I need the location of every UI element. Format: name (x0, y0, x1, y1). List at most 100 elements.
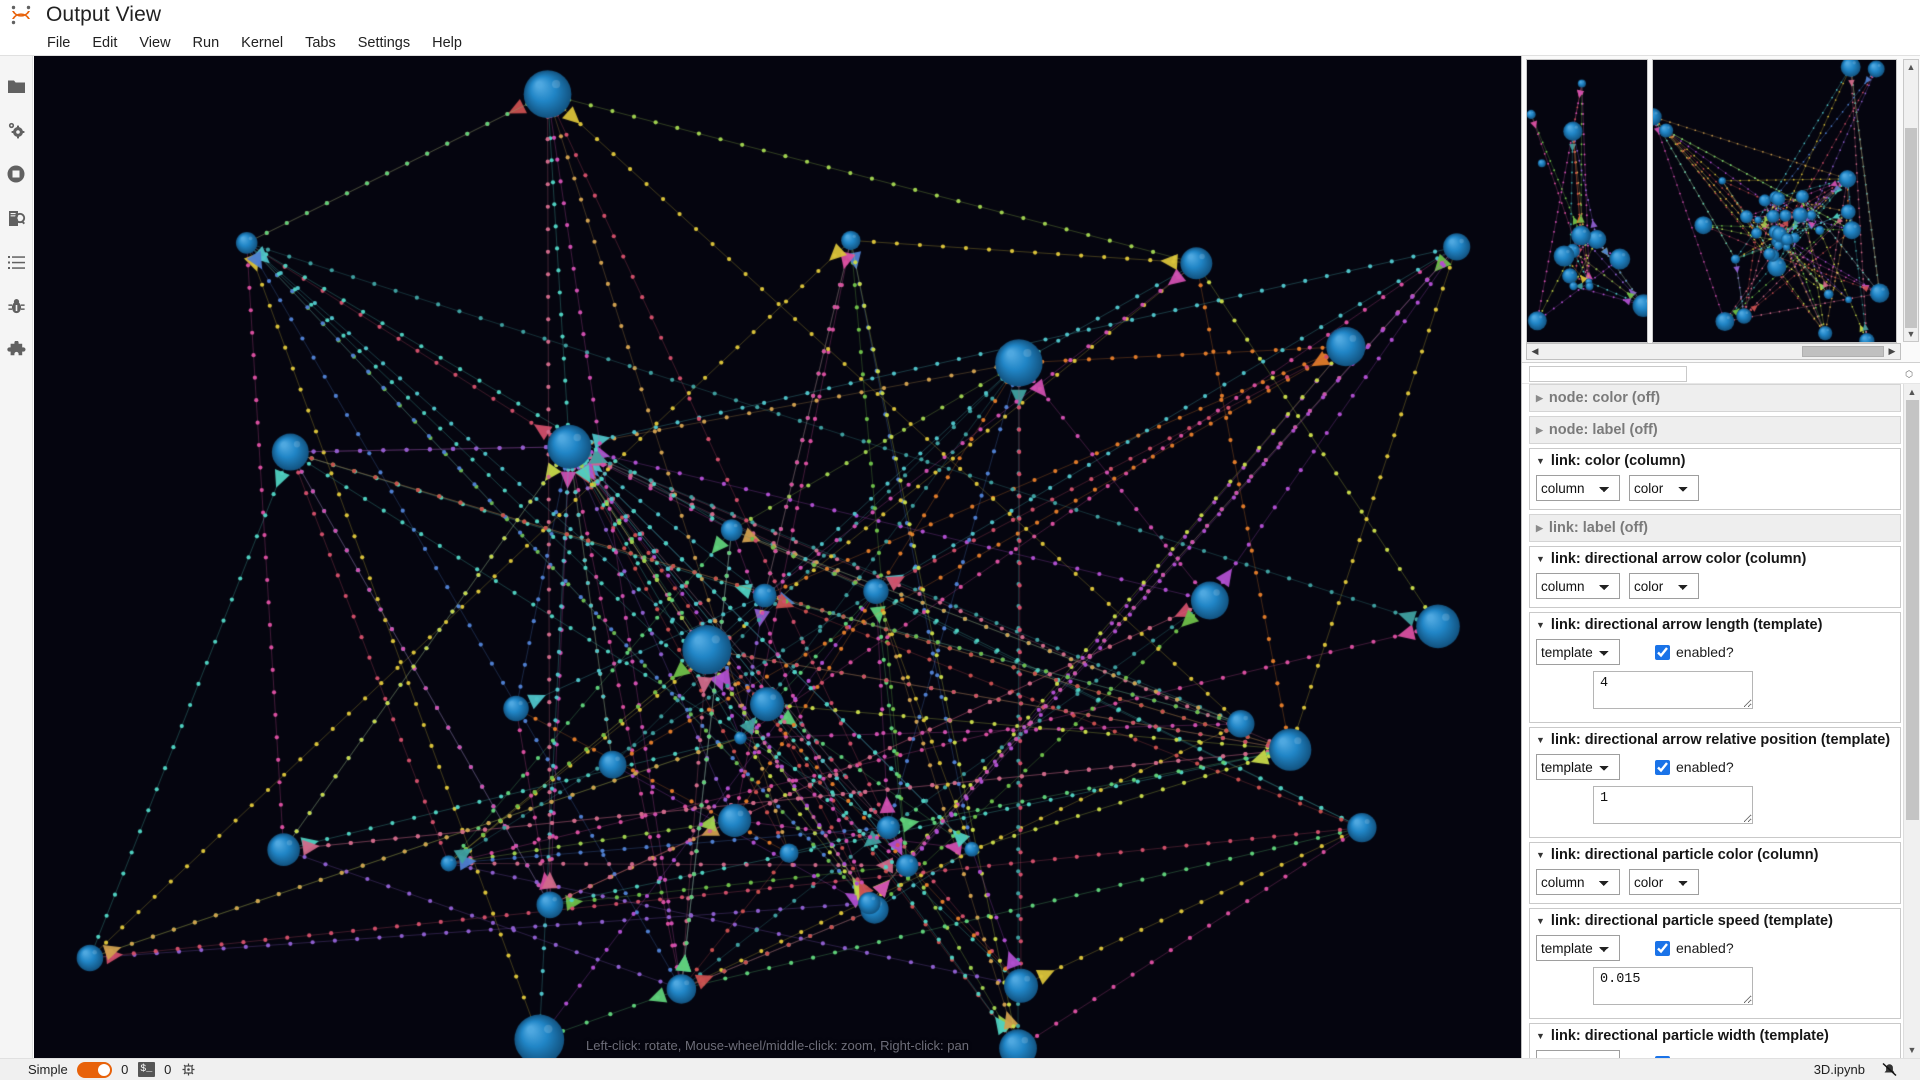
settings-vscroll-thumb[interactable] (1906, 400, 1919, 820)
menu-kernel[interactable]: Kernel (230, 33, 294, 53)
chevron-down-icon: ▼ (1536, 915, 1545, 926)
status-bar-right: 3D.ipynb (1814, 1061, 1920, 1078)
preview-scroll-down-arrow-icon[interactable]: ▼ (1904, 327, 1918, 341)
sidebar-item-toc[interactable] (0, 240, 33, 284)
panel-body: templatecolumnoff enabled? 1 (1530, 752, 1900, 837)
panel-title: link: directional particle color (column… (1550, 847, 1819, 863)
menu-run[interactable]: Run (182, 33, 231, 53)
settings-panel-particle-speed[interactable]: ▼ link: directional particle speed (temp… (1529, 908, 1901, 1019)
particle-speed-enabled-checkbox[interactable] (1655, 940, 1670, 956)
settings-panel-link-label[interactable]: ▶ link: label (off) (1529, 514, 1901, 542)
preview-thumbnail-1[interactable] (1526, 59, 1648, 343)
menu-edit[interactable]: Edit (81, 33, 128, 53)
menu-help[interactable]: Help (421, 33, 473, 53)
panel-body: columntemplateoff colorvalue (1530, 867, 1900, 903)
notification-muted-icon[interactable] (1881, 1061, 1898, 1078)
settings-panel-arrow-length[interactable]: ▼ link: directional arrow length (templa… (1529, 612, 1901, 723)
arrow-relpos-value-textarea[interactable]: 1 (1593, 786, 1753, 824)
panel-header[interactable]: ▶ node: label (off) (1530, 417, 1900, 443)
graph-3d-viewport[interactable]: Left-click: rotate, Mouse-wheel/middle-c… (34, 56, 1521, 1058)
panel-header[interactable]: ▼ link: color (column) (1530, 449, 1900, 473)
sidebar-item-document-search[interactable] (0, 196, 33, 240)
kernel-chip-icon[interactable] (181, 1062, 196, 1077)
panel-header[interactable]: ▼ link: directional particle color (colu… (1530, 843, 1900, 867)
dock-resize-handle-icon[interactable]: ⬡ (1905, 369, 1913, 380)
status-bar: Simple 0 $_ 0 3D.ipynb (0, 1058, 1920, 1080)
settings-panel-link-color[interactable]: ▼ link: color (column) columntemplateoff… (1529, 448, 1901, 510)
settings-panel-node-color[interactable]: ▶ node: color (off) (1529, 384, 1901, 412)
settings-panel-arrow-relative-position[interactable]: ▼ link: directional arrow relative posit… (1529, 727, 1901, 838)
particle-color-source-select[interactable]: columntemplateoff (1536, 869, 1620, 895)
menu-tabs[interactable]: Tabs (294, 33, 347, 53)
preview-scroll-up-arrow-icon[interactable]: ▲ (1904, 60, 1918, 74)
panel-header[interactable]: ▼ link: directional arrow color (column) (1530, 547, 1900, 571)
panel-body: columntemplateoff colorvalue (1530, 473, 1900, 509)
preview-thumbnail-2[interactable] (1652, 59, 1897, 343)
settings-scroll-down-arrow-icon[interactable]: ▼ (1904, 1042, 1920, 1058)
chevron-down-icon: ▼ (1536, 849, 1545, 860)
chevron-right-icon: ▶ (1536, 424, 1543, 435)
value-row: 4 (1536, 671, 1894, 714)
sidebar-item-extensions[interactable] (0, 328, 33, 372)
graph-3d-canvas[interactable] (34, 56, 1521, 1058)
arrow-length-enabled-checkbox[interactable] (1655, 644, 1670, 660)
simple-mode-toggle[interactable] (76, 1061, 112, 1078)
particle-color-mode-select[interactable]: colorvalue (1629, 869, 1699, 895)
sidebar-item-command-palette[interactable] (0, 152, 33, 196)
control-row: columntemplateoff colorvalue (1536, 573, 1894, 599)
menu-file[interactable]: File (36, 33, 81, 53)
settings-panel-particle-width[interactable]: ▼ link: directional particle width (temp… (1529, 1023, 1901, 1058)
document-search-icon (7, 209, 26, 228)
panel-title: link: directional arrow relative positio… (1550, 732, 1891, 748)
control-row: templatecolumnoff enabled? (1536, 935, 1894, 961)
terminal-count: 0 (121, 1062, 129, 1077)
link-color-mode-select[interactable]: colorvalue (1629, 475, 1699, 501)
arrow-length-source-select[interactable]: templatecolumnoff (1536, 639, 1620, 665)
arrow-relpos-enabled-checkbox[interactable] (1655, 759, 1670, 775)
panel-header[interactable]: ▼ link: directional arrow length (templa… (1530, 613, 1900, 637)
settings-panel-arrow-color[interactable]: ▼ link: directional arrow color (column)… (1529, 546, 1901, 608)
particle-width-source-select[interactable]: templatecolumnoff (1536, 1050, 1620, 1058)
link-color-source-select[interactable]: columntemplateoff (1536, 475, 1620, 501)
panel-title: link: directional particle width (templa… (1550, 1028, 1829, 1044)
arrow-length-value-textarea[interactable]: 4 (1593, 671, 1753, 709)
menu-settings[interactable]: Settings (347, 33, 421, 53)
panel-header[interactable]: ▼ link: directional particle width (temp… (1530, 1024, 1900, 1048)
arrow-color-source-select[interactable]: columntemplateoff (1536, 573, 1620, 599)
settings-panel-particle-color[interactable]: ▼ link: directional particle color (colu… (1529, 842, 1901, 904)
panel-title: node: label (off) (1548, 422, 1658, 438)
preview-hscroll-thumb[interactable] (1802, 346, 1884, 357)
preview-thumbnails-row: ▲ ▼ (1522, 56, 1920, 343)
chevron-down-icon: ▼ (1536, 734, 1545, 745)
panel-header[interactable]: ▼ link: directional particle speed (temp… (1530, 909, 1900, 933)
sidebar-item-debugger[interactable] (0, 284, 33, 328)
settings-vertical-scrollbar[interactable]: ▲ ▼ (1903, 384, 1920, 1058)
chevron-down-icon: ▼ (1536, 553, 1545, 564)
panel-header[interactable]: ▶ link: label (off) (1530, 515, 1900, 541)
dock-strip-stub (1529, 366, 1687, 382)
settings-scroll-up-arrow-icon[interactable]: ▲ (1904, 384, 1920, 400)
arrow-relpos-enabled-wrap: enabled? (1655, 759, 1734, 775)
control-row: templatecolumnoff enabled? (1536, 639, 1894, 665)
particle-speed-value-textarea[interactable]: 0.015 (1593, 967, 1753, 1005)
preview-scroll-left-arrow-icon[interactable]: ◀ (1527, 344, 1543, 359)
particle-speed-source-select[interactable]: templatecolumnoff (1536, 935, 1620, 961)
arrow-color-mode-select[interactable]: colorvalue (1629, 573, 1699, 599)
settings-panel-node-label[interactable]: ▶ node: label (off) (1529, 416, 1901, 444)
preview-horizontal-scrollbar[interactable]: ◀ ▶ (1526, 343, 1901, 360)
terminal-icon[interactable]: $_ (137, 1062, 155, 1077)
panel-header[interactable]: ▼ link: directional arrow relative posit… (1530, 728, 1900, 752)
preview-scroll-right-arrow-icon[interactable]: ▶ (1884, 344, 1900, 359)
sidebar-item-running[interactable] (0, 108, 33, 152)
arrow-relpos-source-select[interactable]: templatecolumnoff (1536, 754, 1620, 780)
sidebar-item-file-browser[interactable] (0, 64, 33, 108)
gears-icon (6, 120, 26, 140)
simple-mode-label: Simple (28, 1062, 68, 1077)
menu-view[interactable]: View (128, 33, 181, 53)
preview-vscroll-thumb[interactable] (1905, 128, 1917, 328)
preview-hscroll-track[interactable] (1543, 344, 1884, 359)
preview-vertical-scrollbar[interactable]: ▲ ▼ (1903, 59, 1919, 342)
panel-title: link: color (column) (1550, 453, 1686, 469)
panel-header[interactable]: ▶ node: color (off) (1530, 385, 1900, 411)
title-bar: Output View (0, 0, 1920, 30)
